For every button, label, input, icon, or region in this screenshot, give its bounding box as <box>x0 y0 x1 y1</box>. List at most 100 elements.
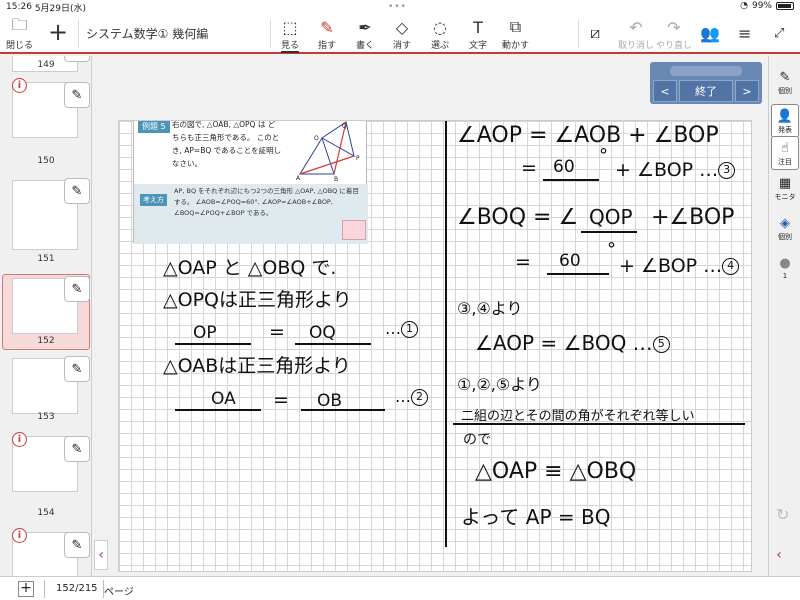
rail-individual-button[interactable]: ✎ 個別 <box>771 68 799 96</box>
alert-icon: i <box>12 432 27 447</box>
menu-button[interactable]: ≡ <box>738 22 751 44</box>
user-icon: ● <box>779 255 791 271</box>
ink-oq: OQ <box>309 323 336 343</box>
page-layout-button[interactable]: ⧄ <box>590 22 600 44</box>
ink-line-2: △OPQは正三角形より <box>163 289 352 311</box>
note-canvas[interactable]: 例題 5 右の図で, △OAB, △OPQ は どちらも正三角形である。 このと… <box>118 120 752 572</box>
redo-button[interactable]: ↷ やり直し <box>656 16 692 52</box>
rail-attention-button[interactable]: ☝ 注目 <box>771 136 799 170</box>
end-presentation-button[interactable]: 終了 <box>679 80 733 102</box>
tool-text-button[interactable]: T 文字 <box>469 16 487 52</box>
rail-users-count[interactable]: ● 1 <box>771 254 799 281</box>
ink-dots: … <box>385 319 401 338</box>
hint-box: 考え方 AP, BQ をそれぞれ辺にもつ2つの三角形 △OAP, △OBQ に着… <box>134 184 368 244</box>
hint-tag: 考え方 <box>140 194 167 206</box>
ink-r11: よって AP = BQ <box>461 505 611 529</box>
ink-r5: ③,④より <box>457 299 523 318</box>
wifi-icon: ◔ <box>740 1 748 11</box>
prev-slide-button[interactable]: < <box>653 80 677 102</box>
toolbar: 🗀 閉じる + システム数学① 幾何編 ⬚ 見る ✎ 指す ✒ 書く ◇ 消す … <box>0 14 800 54</box>
expand-icon: ⤢ <box>774 25 785 41</box>
hint-text: AP, BQ をそれぞれ辺にもつ2つの三角形 △OAP, △OBQ に着目する。… <box>174 187 359 217</box>
bottom-bar: + 152/215 ページ <box>0 576 800 600</box>
individual-icon: ✎ <box>779 69 791 85</box>
status-time: 15:26 <box>6 2 32 12</box>
ink-eq: = <box>269 321 285 343</box>
ink-r8: 二組の辺とその間の角がそれぞれ等しい <box>461 409 695 424</box>
pen-icon[interactable]: ✎ <box>64 436 90 462</box>
ink-r3c: +∠BOP <box>651 205 735 230</box>
ink-r7: ①,②,⑤より <box>457 375 542 394</box>
problem-card: 例題 5 右の図で, △OAB, △OPQ は どちらも正三角形である。 このと… <box>133 120 368 244</box>
divider <box>578 20 579 48</box>
users-button[interactable]: 👥 <box>700 22 720 44</box>
chevron-left-icon: ‹ <box>776 547 782 563</box>
pen-icon[interactable]: ✎ <box>64 276 90 302</box>
divider-line <box>445 121 447 547</box>
ink-circle-5: 5 <box>652 336 670 353</box>
ink-eq: = <box>273 389 289 411</box>
page-slash-icon: ⧄ <box>590 23 601 42</box>
rail-collapse-button[interactable]: ‹ <box>772 540 786 570</box>
document-title: システム数学① 幾何編 <box>86 27 209 41</box>
multitask-dots[interactable]: ••• <box>388 2 407 12</box>
problem-tag: 例題 5 <box>138 121 170 133</box>
ink-circle-1: 1 <box>401 321 418 338</box>
ink-line-1: △OAP と △OBQ で. <box>163 257 337 279</box>
fullscreen-button[interactable]: ⤢ <box>774 22 784 44</box>
undo-button[interactable]: ↶ 取り消し <box>618 16 654 52</box>
redo-icon: ↷ <box>667 17 681 37</box>
ink-r4-rest: + ∠BOP … <box>619 255 723 277</box>
next-slide-button[interactable]: > <box>735 80 759 102</box>
ink-r6: ∠AOP = ∠BOQ … <box>475 331 653 355</box>
divider <box>78 20 79 48</box>
fig-label-o: O <box>314 135 319 142</box>
right-rail: ✎ 個別 👤 発表 ☝ 注目 ▦ モニタ ◈ 個別 ● 1 <box>768 56 800 576</box>
present-icon: 👤 <box>776 108 794 124</box>
tool-erase-button[interactable]: ◇ 消す <box>393 16 411 52</box>
problem-statement: 右の図で, △OAB, △OPQ は どちらも正三角形である。 このとき, AP… <box>172 120 282 168</box>
tool-select-button[interactable]: ◌ 選ぶ <box>431 16 449 52</box>
text-icon: T <box>473 17 483 37</box>
layers-icon: ◈ <box>780 215 790 231</box>
page-indicator: 152/215 <box>56 583 98 594</box>
sticky-note-icon[interactable] <box>342 220 366 240</box>
tool-write-button[interactable]: ✒ 書く <box>356 16 374 52</box>
divider <box>270 20 271 48</box>
triangle-figure: Q O A B P <box>296 121 360 182</box>
add-button[interactable]: + <box>48 20 68 44</box>
pen-icon[interactable]: ✎ <box>64 82 90 108</box>
refresh-icon[interactable]: ↻ <box>776 505 789 524</box>
close-button[interactable]: 🗀 閉じる <box>6 14 33 52</box>
rail-layers-button[interactable]: ◈ 個別 <box>771 214 799 242</box>
sidebar-collapse-button[interactable]: ‹ <box>94 540 108 570</box>
alert-icon: i <box>12 78 27 93</box>
add-page-button[interactable]: + <box>18 581 34 597</box>
ink-circle-4: 4 <box>722 258 740 275</box>
tool-point-button[interactable]: ✎ 指す <box>318 16 336 52</box>
tool-move-button[interactable]: ⧉ 動かす <box>502 16 529 51</box>
ink-r1: ∠AOP = ∠AOB + ∠BOP <box>457 123 719 148</box>
status-bar: 15:26 5月29日(水) ••• ◔ 99% <box>0 0 800 14</box>
ink-oa: OA <box>211 389 236 409</box>
folder-icon: 🗀 <box>11 14 28 34</box>
ink-r2-eq: = <box>521 157 537 179</box>
page-thumbnail-sidebar[interactable]: ✎ 149 i ✎ 150 ✎ 151 ✎ 152 ✎ 153 i ✎ 154 … <box>0 56 92 576</box>
attention-icon: ☝ <box>781 140 789 156</box>
ink-op: OP <box>193 323 217 343</box>
users-icon: 👥 <box>700 23 720 43</box>
battery-icon <box>776 2 794 10</box>
pen-icon[interactable]: ✎ <box>64 356 90 382</box>
tool-view-button[interactable]: ⬚ 見る <box>281 16 300 53</box>
status-date: 5月29日(水) <box>34 3 87 14</box>
move-icon: ⧉ <box>509 17 522 36</box>
pen-icon[interactable]: ✎ <box>64 178 90 204</box>
fig-label-b: B <box>334 176 338 182</box>
ink-r4-60: 60 <box>559 251 581 271</box>
rail-monitor-button[interactable]: ▦ モニタ <box>771 174 799 202</box>
ink-r4-deg: ° <box>607 239 616 260</box>
ink-r2-60: 60 <box>553 157 575 177</box>
eraser-icon: ◇ <box>395 17 409 37</box>
pen-icon[interactable]: ✎ <box>64 532 90 558</box>
rail-present-button[interactable]: 👤 発表 <box>771 104 799 138</box>
